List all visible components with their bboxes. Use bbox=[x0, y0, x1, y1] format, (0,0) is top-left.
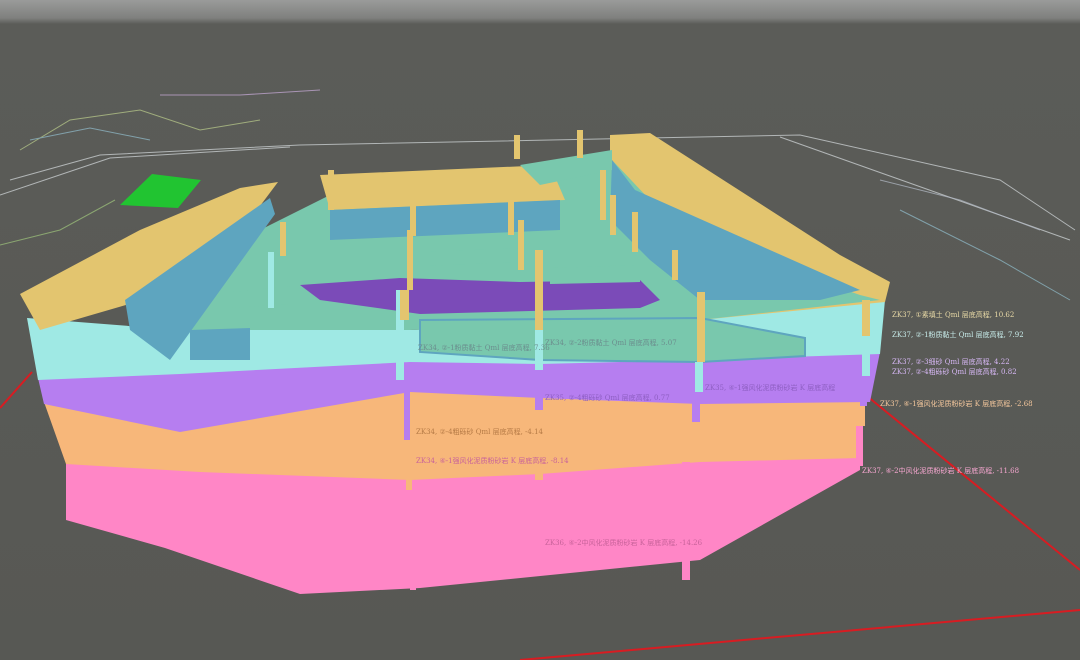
borehole-front-2[interactable] bbox=[535, 250, 543, 560]
label-front-1: ZK34, ②-1粉质黏土 Qml 层底高程, 7.36 bbox=[418, 343, 550, 352]
label-front-6: ZK35, ④-1强风化泥质粉砂岩 K 层底高程 bbox=[705, 383, 835, 392]
green-marker bbox=[120, 174, 201, 208]
label-zk37-silty-clay: ZK37, ②-1粉质黏土 Qml 层底高程, 7.92 bbox=[892, 330, 1024, 339]
excavation-front bbox=[190, 328, 250, 360]
label-front-4: ZK34, ④-1强风化泥质粉砂岩 K 层底高程, -8.14 bbox=[416, 456, 569, 465]
label-front-2: ZK34, ②-2粉质黏土 Qml 层底高程, 5.07 bbox=[545, 338, 677, 347]
boundary-line-left bbox=[0, 371, 33, 409]
label-zk37-coarse-sand: ZK37, ②-4粗砾砂 Qml 层底高程, 0.82 bbox=[892, 367, 1017, 376]
label-zk37-fill: ZK37, ①素填土 Qml 层底高程, 10.62 bbox=[892, 310, 1014, 319]
label-front-5: ZK35, ②-4粗砾砂 Qml 层底高程, 0.77 bbox=[545, 393, 670, 402]
label-front-7: ZK36, ④-2中风化泥质粉砂岩 K 层底高程, -14.26 bbox=[545, 538, 703, 547]
label-zk37-medium-weathered: ZK37, ④-2中风化泥质粉砂岩 K 层底高程, -11.68 bbox=[862, 466, 1019, 475]
label-zk37-strong-weathered: ZK37, ④-1强风化泥质粉砂岩 K 层底高程, -2.68 bbox=[880, 399, 1033, 408]
3d-geology-viewport[interactable]: ZK37, ①素填土 Qml 层底高程, 10.62 ZK37, ②-1粉质黏土… bbox=[0, 0, 1080, 660]
top-surface bbox=[125, 150, 880, 364]
boundary-line-bottom bbox=[519, 609, 1080, 660]
label-front-3: ZK34, ②-4粗砾砂 Qml 层底高程, -4.14 bbox=[416, 427, 544, 436]
geology-model-canvas[interactable]: ZK37, ①素填土 Qml 层底高程, 10.62 ZK37, ②-1粉质黏土… bbox=[0, 0, 1080, 660]
label-zk37-fine-sand: ZK37, ②-3细砂 Qml 层底高程, 4.22 bbox=[892, 357, 1010, 366]
boundary-line-right bbox=[861, 391, 1080, 571]
pit-block-right bbox=[550, 265, 640, 284]
